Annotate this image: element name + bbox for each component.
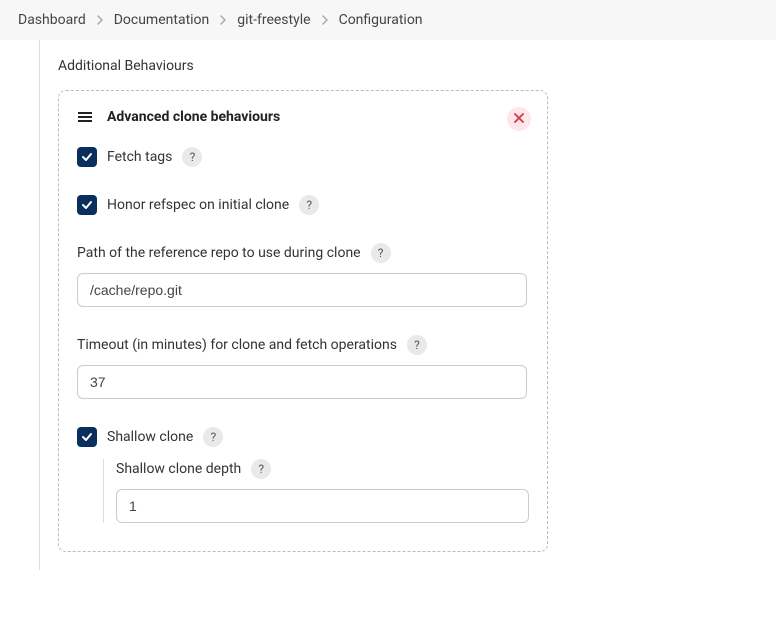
close-icon	[514, 112, 524, 126]
honor-refspec-checkbox[interactable]	[77, 195, 97, 215]
help-icon[interactable]: ?	[251, 459, 271, 479]
help-icon[interactable]: ?	[371, 243, 391, 263]
chevron-right-icon	[219, 15, 227, 25]
check-icon	[81, 431, 93, 443]
fetch-tags-label: Fetch tags	[107, 149, 172, 165]
shallow-depth-input[interactable]	[116, 489, 529, 523]
fetch-tags-checkbox[interactable]	[77, 147, 97, 167]
help-icon[interactable]: ?	[203, 427, 223, 447]
card-title: Advanced clone behaviours	[107, 109, 280, 125]
breadcrumb-item-dashboard[interactable]: Dashboard	[18, 12, 86, 28]
behaviour-card: Advanced clone behaviours Fetch tags ? H…	[58, 90, 548, 552]
shallow-depth-label: Shallow clone depth	[116, 461, 241, 477]
honor-refspec-label: Honor refspec on initial clone	[107, 197, 289, 213]
side-rule	[0, 40, 40, 570]
breadcrumb-item-configuration[interactable]: Configuration	[339, 12, 423, 28]
help-icon[interactable]: ?	[299, 195, 319, 215]
remove-button[interactable]	[507, 107, 531, 131]
breadcrumb-item-documentation[interactable]: Documentation	[114, 12, 210, 28]
drag-handle-icon[interactable]	[77, 111, 93, 123]
section-title: Additional Behaviours	[58, 58, 758, 74]
check-icon	[81, 151, 93, 163]
shallow-clone-checkbox[interactable]	[77, 427, 97, 447]
help-icon[interactable]: ?	[407, 335, 427, 355]
shallow-clone-label: Shallow clone	[107, 429, 193, 445]
reference-repo-input[interactable]	[77, 273, 527, 307]
reference-repo-label: Path of the reference repo to use during…	[77, 245, 361, 261]
check-icon	[81, 199, 93, 211]
help-icon[interactable]: ?	[182, 147, 202, 167]
breadcrumb-item-git-freestyle[interactable]: git-freestyle	[237, 12, 310, 28]
timeout-input[interactable]	[77, 365, 527, 399]
chevron-right-icon	[96, 15, 104, 25]
timeout-label: Timeout (in minutes) for clone and fetch…	[77, 337, 397, 353]
breadcrumb: Dashboard Documentation git-freestyle Co…	[0, 0, 776, 40]
chevron-right-icon	[321, 15, 329, 25]
